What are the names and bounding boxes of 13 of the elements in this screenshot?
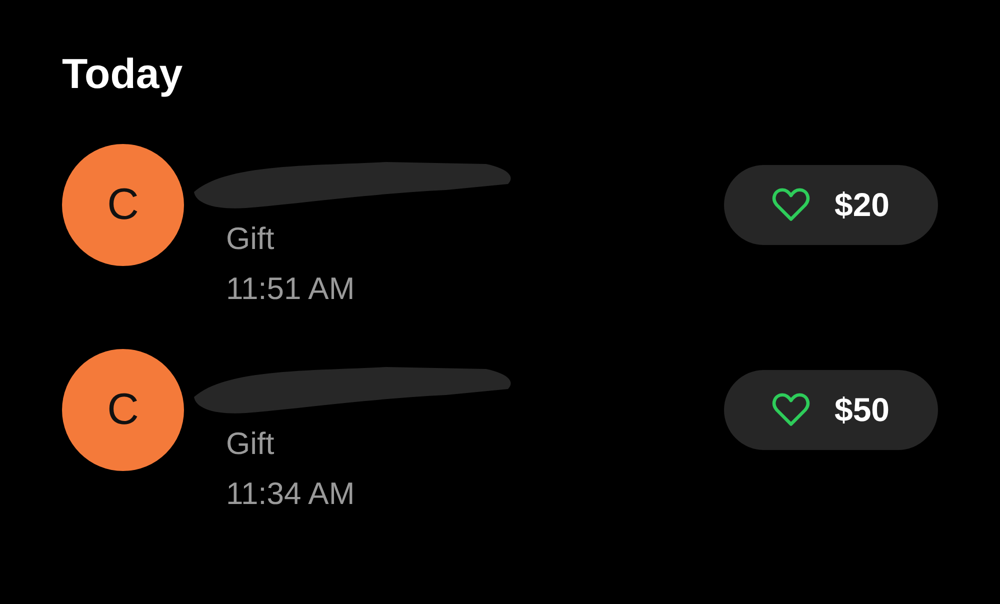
amount-text: $20 — [834, 186, 890, 224]
avatar: C — [62, 349, 184, 471]
transaction-note: Gift — [226, 220, 276, 258]
transaction-note: Gift — [226, 425, 276, 463]
amount-button[interactable]: $20 — [724, 165, 938, 245]
avatar: C — [62, 144, 184, 266]
transaction-time: 11:51 AM — [226, 270, 356, 308]
heart-icon — [772, 188, 810, 222]
amount-text: $50 — [834, 391, 890, 429]
transaction-time: 11:34 AM — [226, 475, 356, 513]
heart-icon — [772, 393, 810, 427]
section-title: Today — [62, 49, 184, 99]
amount-button[interactable]: $50 — [724, 370, 938, 450]
